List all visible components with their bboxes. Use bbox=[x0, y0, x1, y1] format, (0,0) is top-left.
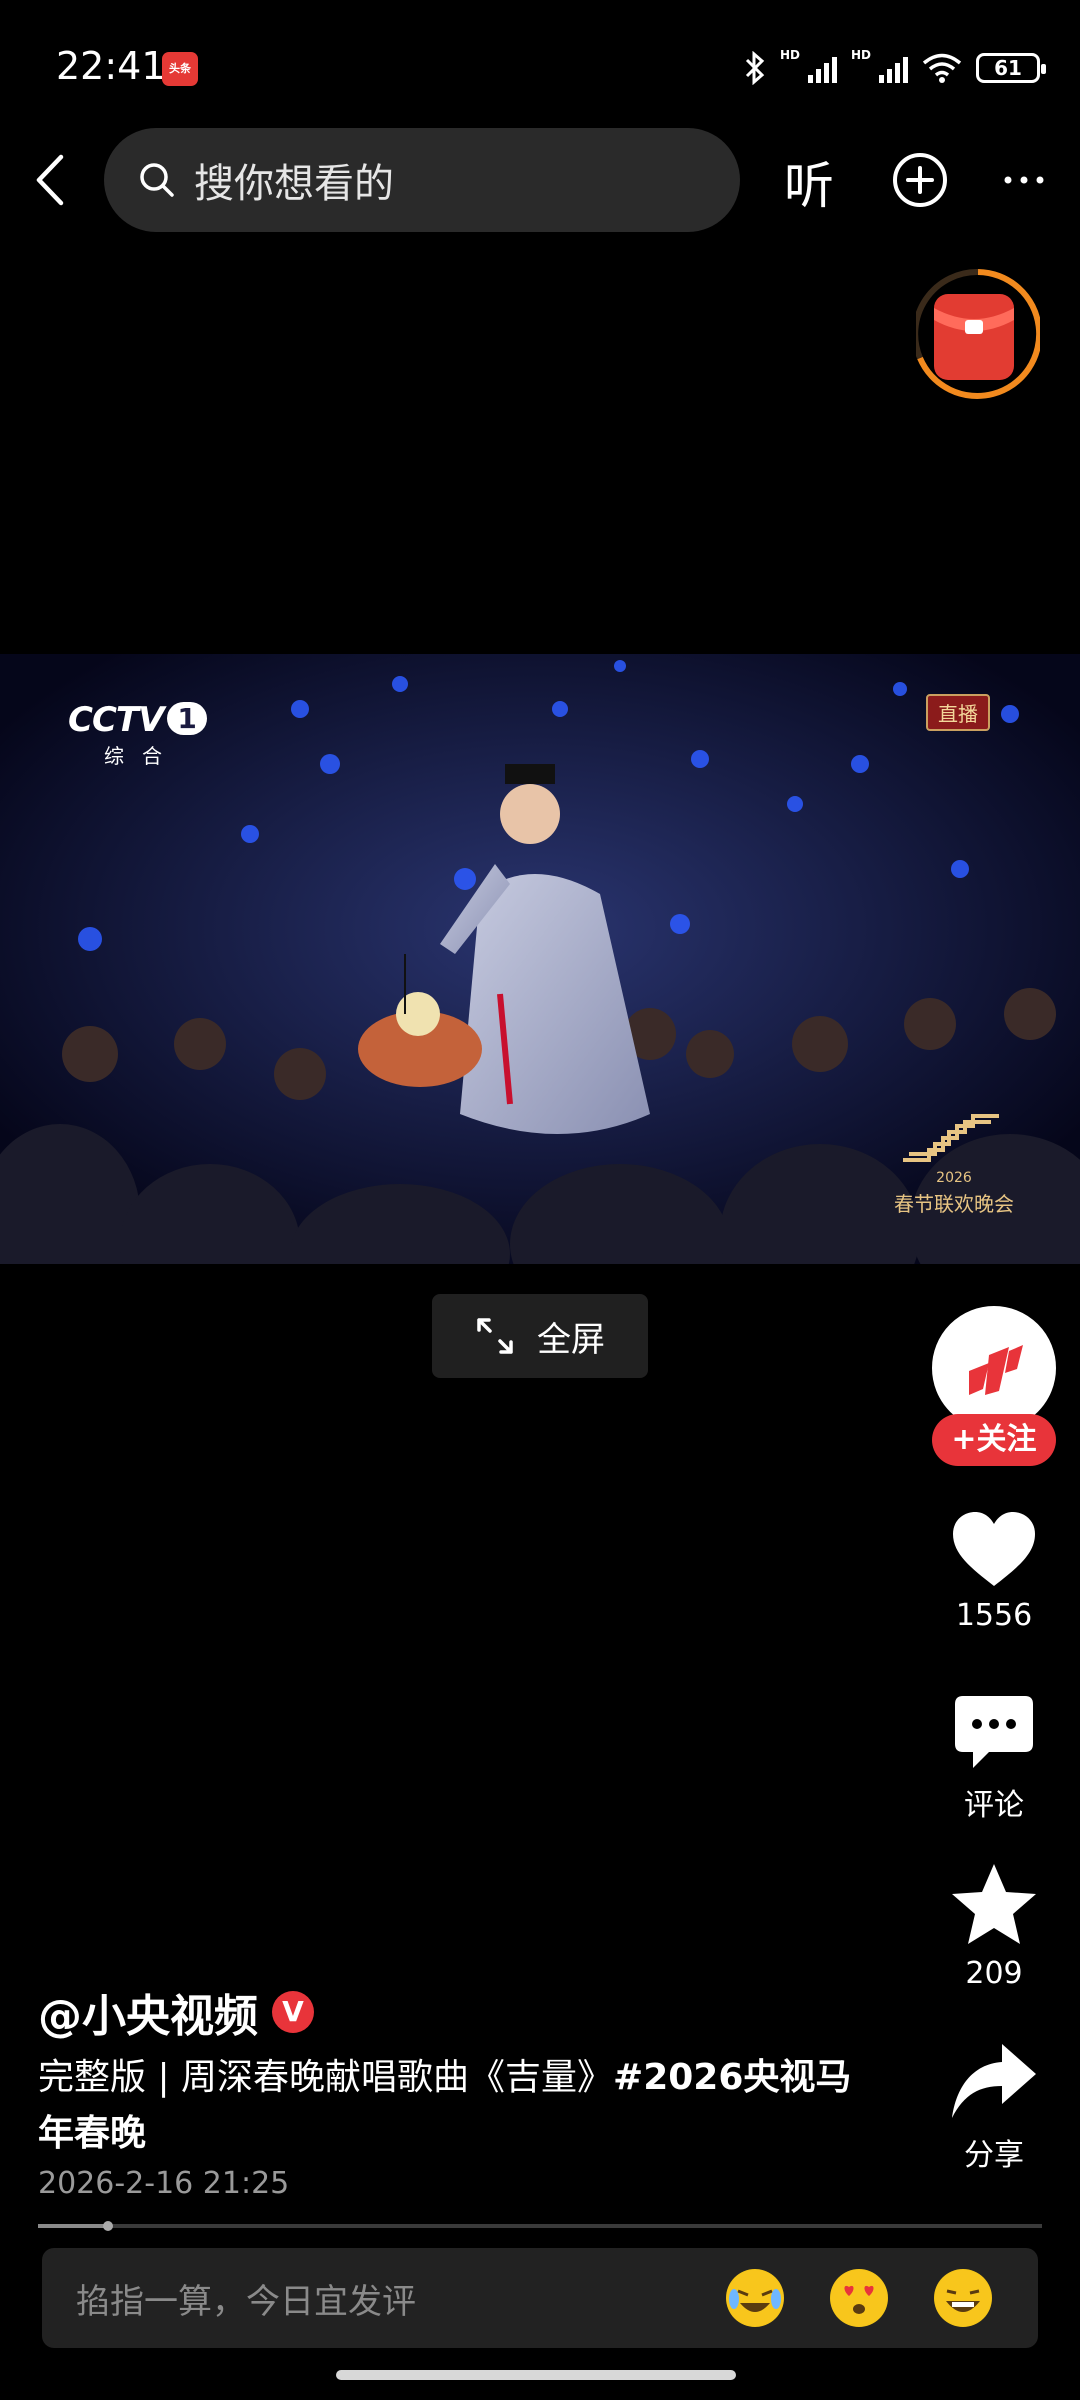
channel-logo-icon bbox=[969, 1345, 1023, 1395]
add-button[interactable] bbox=[890, 150, 950, 210]
battery-icon: 61 bbox=[976, 53, 1046, 83]
share-label: 分享 bbox=[964, 2138, 1024, 2173]
share-icon bbox=[952, 2044, 1036, 2118]
fullscreen-label: 全屏 bbox=[537, 1319, 605, 1360]
network-label-1: HD bbox=[779, 48, 800, 62]
author-avatar[interactable] bbox=[932, 1306, 1056, 1430]
search-bar[interactable]: 搜你想看的 bbox=[104, 128, 740, 232]
heart-eyes-emoji-icon[interactable] bbox=[830, 2269, 888, 2327]
follow-button[interactable]: +关注 bbox=[932, 1414, 1056, 1466]
live-badge: 直播 bbox=[926, 694, 990, 731]
channel-number: 1 bbox=[167, 702, 207, 735]
signal-icon-1 bbox=[807, 53, 837, 83]
search-icon bbox=[140, 163, 174, 197]
share-button[interactable]: 分享 bbox=[920, 2042, 1068, 2174]
gala-logo: 2026 春节联欢晚会 bbox=[894, 1110, 1014, 1217]
channel-logo: CCTV 1 综合 bbox=[68, 700, 207, 769]
channel-sub: 综合 bbox=[104, 744, 180, 768]
heart-icon bbox=[953, 1512, 1035, 1586]
more-button[interactable] bbox=[1000, 160, 1048, 200]
caption-text: 完整版 | 周深春晚献唱歌曲《吉量》 bbox=[38, 2057, 614, 2098]
network-label-2: HD bbox=[850, 48, 871, 62]
gala-year: 2026 bbox=[936, 1170, 972, 1186]
status-icons: HD HD 61 bbox=[744, 48, 1046, 88]
back-arrow-icon bbox=[36, 154, 64, 206]
like-count: 1556 bbox=[955, 1598, 1033, 1633]
listen-button[interactable]: 听 bbox=[784, 146, 834, 218]
star-icon bbox=[952, 1864, 1036, 1944]
wifi-icon bbox=[922, 53, 962, 83]
channel-brand: CCTV bbox=[68, 700, 164, 740]
crying-laughing-emoji-icon[interactable] bbox=[726, 2269, 784, 2327]
red-packet-widget[interactable] bbox=[912, 268, 1043, 404]
verified-badge-icon: V bbox=[272, 1991, 314, 2033]
comment-button[interactable]: 评论 bbox=[920, 1694, 1068, 1824]
comment-placeholder: 掐指一算，今日宜发评 bbox=[76, 2281, 416, 2322]
fullscreen-button[interactable]: 全屏 bbox=[432, 1294, 648, 1378]
like-button[interactable]: 1556 bbox=[920, 1510, 1068, 1633]
progress-fill bbox=[38, 2224, 109, 2228]
post-caption: 完整版 | 周深春晚献唱歌曲《吉量》#2026央视马年春晚 bbox=[38, 2050, 878, 2162]
app-notification-badge: 头条 bbox=[162, 52, 198, 86]
laughing-emoji-icon[interactable] bbox=[934, 2269, 992, 2327]
more-icon bbox=[1004, 176, 1044, 184]
gala-emblem-icon bbox=[903, 1114, 999, 1162]
author-name[interactable]: @小央视频 V bbox=[38, 1980, 314, 2044]
status-bar: 22:41 头条 HD HD 61 bbox=[0, 0, 1080, 120]
signal-icon-2 bbox=[879, 53, 908, 83]
video-player[interactable]: CCTV 1 综合 直播 2026 春节联欢晚会 bbox=[0, 654, 1080, 1264]
video-progress-bar[interactable] bbox=[38, 2221, 1042, 2231]
progress-knob[interactable] bbox=[103, 2221, 114, 2231]
comment-icon bbox=[955, 1696, 1033, 1768]
comment-input[interactable]: 掐指一算，今日宜发评 bbox=[42, 2248, 1038, 2348]
status-time: 22:41 bbox=[56, 44, 166, 88]
gala-title: 春节联欢晚会 bbox=[894, 1192, 1014, 1216]
add-circle-icon bbox=[893, 153, 947, 207]
expand-icon bbox=[477, 1318, 513, 1354]
publish-time: 2026-2-16 21:25 bbox=[38, 2166, 290, 2201]
favorite-button[interactable]: 209 bbox=[920, 1862, 1068, 1991]
favorite-count: 209 bbox=[965, 1956, 1023, 1991]
home-indicator[interactable] bbox=[336, 2370, 736, 2380]
back-button[interactable] bbox=[20, 148, 80, 212]
author-handle: @小央视频 bbox=[38, 1991, 258, 2042]
bluetooth-icon bbox=[745, 51, 765, 85]
comment-label: 评论 bbox=[964, 1788, 1024, 1823]
search-placeholder: 搜你想看的 bbox=[194, 161, 394, 207]
red-envelope-icon bbox=[912, 268, 1043, 399]
